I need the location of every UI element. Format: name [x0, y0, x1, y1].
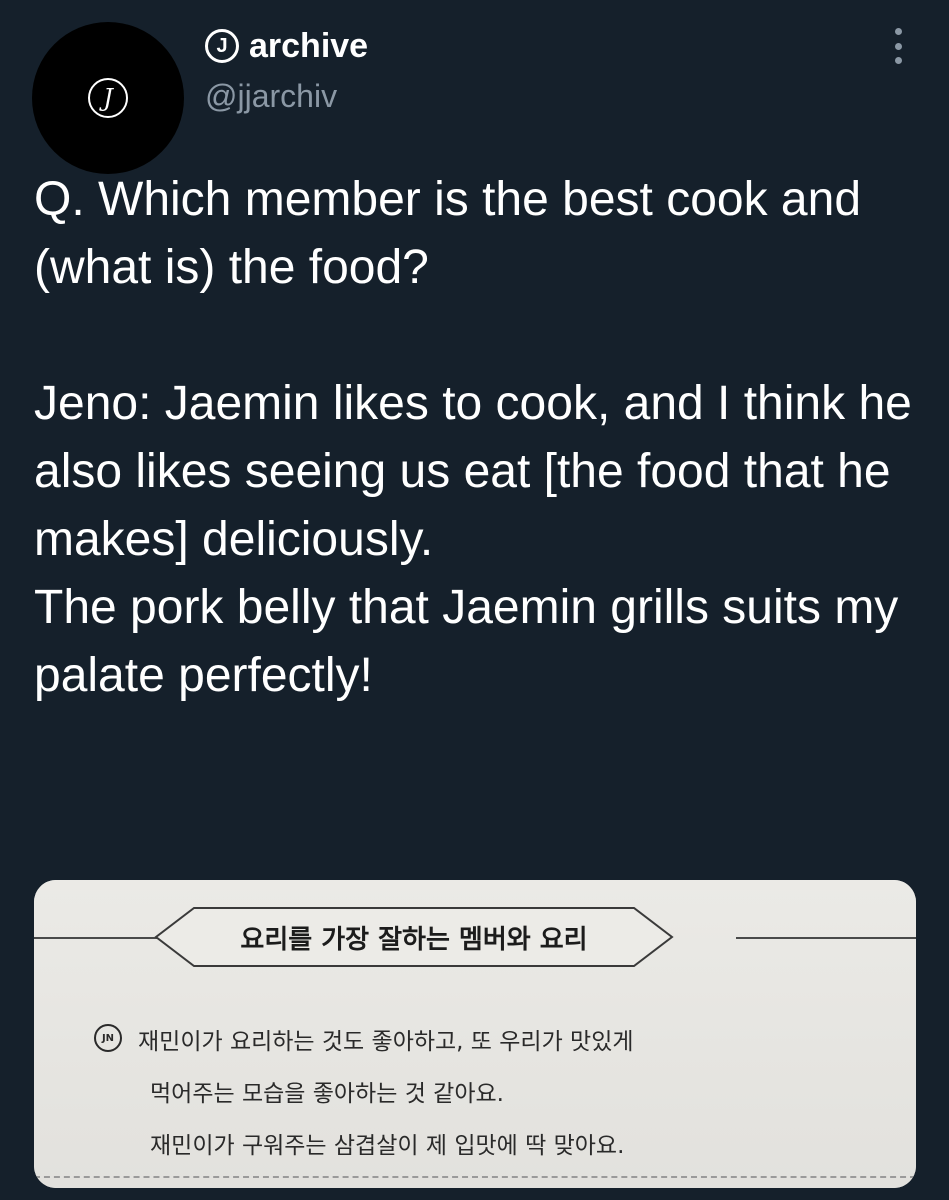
speaker-tag-icon: JN: [94, 1024, 122, 1052]
ellipsis-dot: [894, 57, 902, 64]
more-options-button[interactable]: [883, 26, 913, 66]
vertical-ellipsis-icon: [894, 28, 902, 35]
section-header-tag: 요리를 가장 잘하는 멤버와 요리: [154, 906, 674, 968]
display-name[interactable]: J archive: [205, 26, 368, 66]
avatar[interactable]: J: [32, 22, 184, 174]
tweet-text: Q. Which member is the best cook and (wh…: [34, 166, 914, 710]
circled-j-logo-icon: J: [88, 78, 128, 118]
section-title: 요리를 가장 잘하는 멤버와 요리: [240, 924, 588, 955]
dashed-divider: [34, 1176, 916, 1178]
tweet-answer-line: Jeno: Jaemin likes to cook, and I think …: [34, 377, 912, 566]
circled-j-badge-icon: J: [205, 29, 239, 63]
tweet-answer-line: The pork belly that Jaemin grills suits …: [34, 581, 899, 702]
divider-line: [736, 937, 916, 939]
account-header: J archive @jjarchiv: [205, 26, 368, 115]
user-handle[interactable]: @jjarchiv: [205, 78, 368, 115]
tweet-media-image[interactable]: 요리를 가장 잘하는 멤버와 요리 JN 재민이가 요리하는 것도 좋아하고, …: [34, 880, 916, 1188]
tweet-question: Q. Which member is the best cook and (wh…: [34, 173, 862, 294]
ellipsis-dot: [894, 42, 902, 50]
answer-line: 먹어주는 모습을 좋아하는 것 같아요.: [150, 1081, 504, 1107]
display-name-text: archive: [249, 26, 369, 65]
divider-line: [34, 937, 174, 939]
answer-line: 재민이가 구워주는 삼겹살이 제 입맛에 딱 맞아요.: [150, 1133, 625, 1159]
answer-line: 재민이가 요리하는 것도 좋아하고, 또 우리가 맛있게: [138, 1029, 634, 1055]
